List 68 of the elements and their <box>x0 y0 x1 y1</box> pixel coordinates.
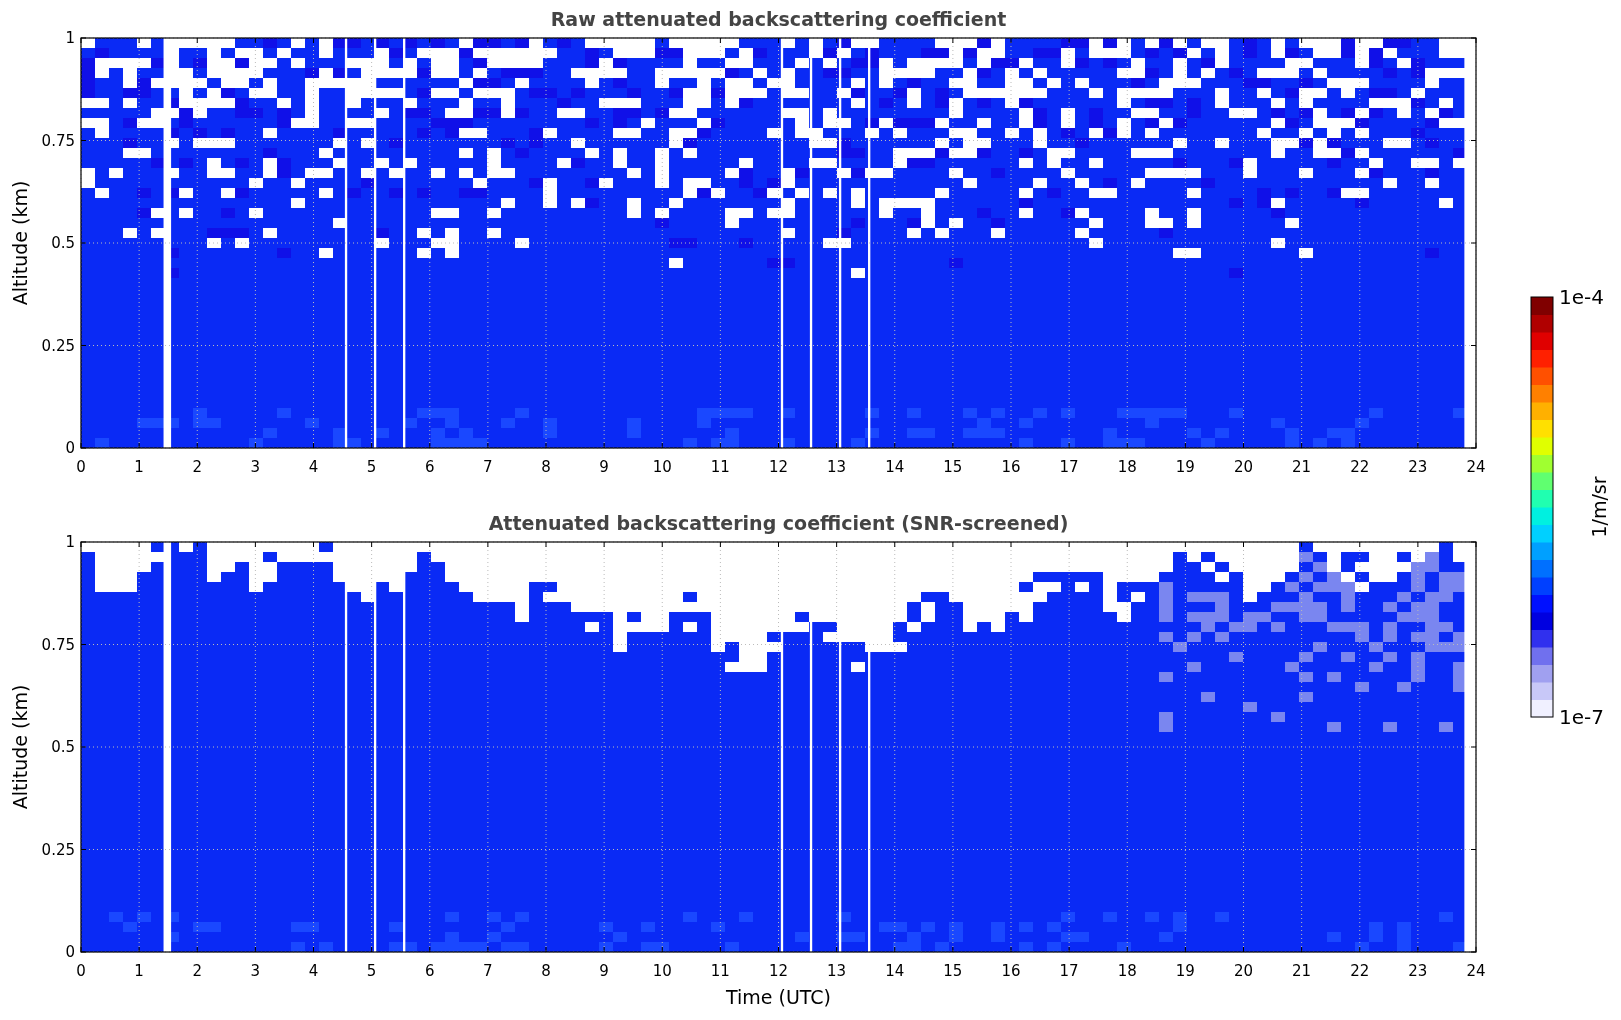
x-tick-label: 21 <box>1292 458 1312 476</box>
colorbar-max-label: 1e-4 <box>1559 285 1604 309</box>
y-tick-label: 0.75 <box>41 131 75 150</box>
x-tick-label: 0 <box>76 962 86 980</box>
x-tick-label: 8 <box>541 962 551 980</box>
x-tick-label: 14 <box>885 458 905 476</box>
plot-title: Raw attenuated backscattering coefficient <box>550 8 1007 30</box>
x-tick-label: 21 <box>1292 962 1312 980</box>
x-tick-label: 10 <box>652 458 672 476</box>
y-tick-label: 0.75 <box>41 635 75 654</box>
x-tick-label: 19 <box>1175 962 1195 980</box>
x-tick-label: 24 <box>1466 962 1486 980</box>
x-tick-label: 18 <box>1117 458 1137 476</box>
x-tick-label: 1 <box>134 962 144 980</box>
y-tick-label: 1 <box>65 533 75 551</box>
x-tick-label: 12 <box>768 458 789 476</box>
x-tick-label: 17 <box>1059 458 1079 476</box>
x-tick-label: 22 <box>1350 458 1370 476</box>
y-tick-label: 0 <box>65 439 75 457</box>
x-tick-label: 7 <box>483 458 493 476</box>
x-tick-label: 2 <box>192 458 202 476</box>
x-tick-label: 15 <box>943 458 963 476</box>
x-tick-label: 3 <box>250 962 261 980</box>
x-tick-label: 6 <box>425 962 435 980</box>
y-tick-label: 0 <box>65 943 75 961</box>
x-tick-label: 2 <box>192 962 202 980</box>
x-tick-label: 23 <box>1408 962 1428 980</box>
x-tick-label: 16 <box>1001 962 1021 980</box>
y-axis-label: Altitude (km) <box>9 684 31 810</box>
x-tick-label: 13 <box>827 458 847 476</box>
plot-title: Attenuated backscattering coefficient (SNR-screened) <box>488 512 1069 534</box>
x-tick-label: 19 <box>1175 458 1195 476</box>
x-tick-label: 12 <box>768 962 789 980</box>
x-tick-label: 5 <box>366 458 377 476</box>
x-tick-label: 9 <box>599 962 609 980</box>
y-tick-label: 1 <box>65 29 75 47</box>
x-tick-label: 8 <box>541 458 551 476</box>
x-tick-label: 14 <box>885 962 905 980</box>
y-tick-label: 0.5 <box>51 738 75 756</box>
x-tick-label: 1 <box>134 458 144 476</box>
x-tick-label: 6 <box>425 458 435 476</box>
x-axis-label: Time (UTC) <box>726 986 831 1008</box>
x-tick-label: 18 <box>1117 962 1137 980</box>
x-tick-label: 4 <box>308 962 319 980</box>
colorbar-label: 1/m/sr <box>1588 476 1610 538</box>
x-tick-label: 15 <box>943 962 963 980</box>
x-tick-label: 22 <box>1350 962 1370 980</box>
x-tick-label: 9 <box>599 458 609 476</box>
x-tick-label: 24 <box>1466 458 1486 476</box>
x-tick-label: 23 <box>1408 458 1428 476</box>
y-tick-label: 0.25 <box>41 336 75 355</box>
y-tick-label: 0.5 <box>51 234 75 252</box>
y-tick-label: 0.25 <box>41 840 75 859</box>
x-tick-label: 16 <box>1001 458 1021 476</box>
x-tick-label: 17 <box>1059 962 1079 980</box>
x-tick-label: 10 <box>652 962 672 980</box>
y-axis-label: Altitude (km) <box>9 180 31 306</box>
x-tick-label: 20 <box>1233 962 1254 980</box>
x-tick-label: 13 <box>827 962 847 980</box>
x-tick-label: 11 <box>710 962 730 980</box>
x-tick-label: 5 <box>366 962 377 980</box>
x-tick-label: 3 <box>250 458 261 476</box>
x-tick-label: 11 <box>710 458 730 476</box>
x-tick-label: 20 <box>1233 458 1254 476</box>
colorbar-min-label: 1e-7 <box>1559 705 1604 729</box>
x-tick-label: 4 <box>308 458 319 476</box>
x-tick-label: 0 <box>76 458 86 476</box>
x-tick-label: 7 <box>483 962 493 980</box>
